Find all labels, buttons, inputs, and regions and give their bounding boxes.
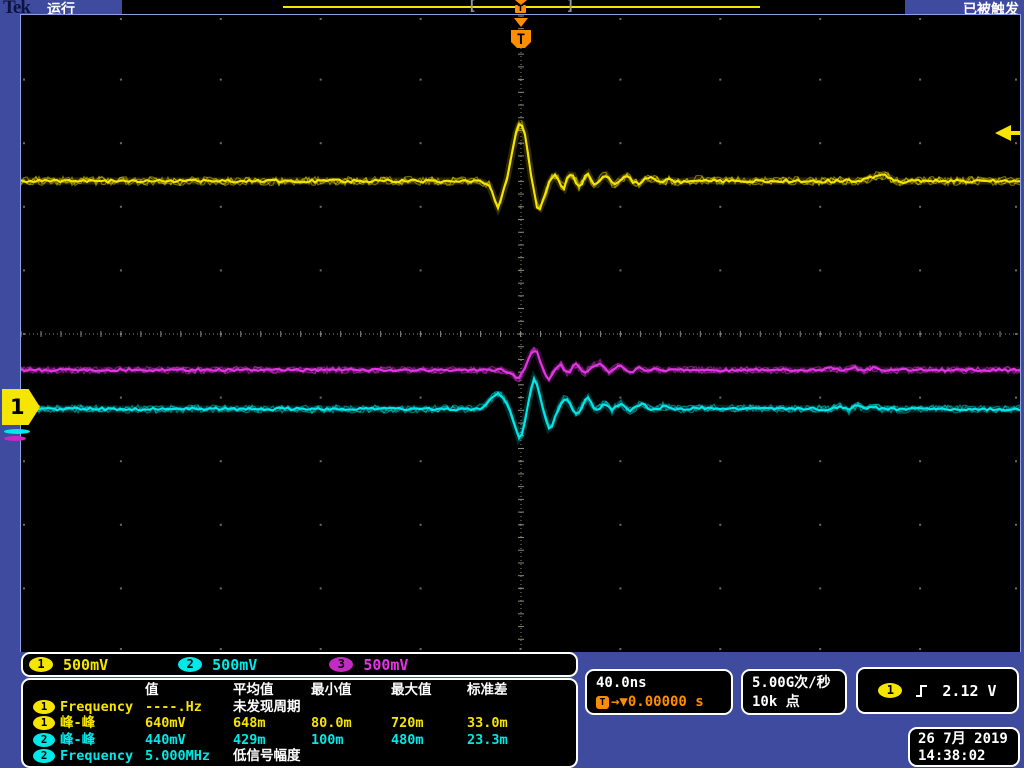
measurement-name: Frequency	[60, 748, 134, 764]
measurement-panel: 值 平均值 最小值 最大值 标准差 1 Frequency ----.Hz 未发…	[21, 678, 578, 768]
time-per-div: 40.0ns	[596, 675, 647, 691]
trigger-t-icon: T	[515, 5, 526, 13]
record-trigger-marker[interactable]: T	[514, 0, 527, 14]
channel1-scale[interactable]: 1 500mV	[29, 656, 108, 674]
measurement-stddev: 33.0m	[467, 715, 508, 731]
measurement-name: 峰-峰	[60, 715, 96, 731]
col-header-stddev: 标准差	[467, 682, 508, 698]
channel3-badge: 3	[329, 657, 354, 672]
measurement-max: 720m	[391, 715, 424, 731]
channel1-badge: 1	[33, 716, 55, 731]
measurement-min: 100m	[311, 731, 344, 748]
timebase-readout[interactable]: 40.0ns T →▼0.00000 s	[585, 669, 733, 715]
channel1-volts-per-div: 500mV	[63, 655, 109, 674]
measurement-note: 低信号幅度	[233, 748, 301, 764]
channel3-scale[interactable]: 3 500mV	[329, 656, 408, 674]
channel2-volts-per-div: 500mV	[212, 655, 258, 674]
measurement-mean: 648m	[233, 715, 266, 731]
channel-scale-bar[interactable]: 1 500mV 2 500mV 3 500mV	[21, 652, 578, 677]
channel2-badge: 2	[178, 657, 203, 672]
col-header-mean: 平均值	[233, 682, 274, 698]
channel1-badge: 1	[29, 657, 53, 672]
trigger-position-readout: T →▼0.00000 s	[596, 693, 731, 712]
channel3-position-marker[interactable]	[4, 436, 26, 441]
channel2-badge: 2	[33, 749, 55, 764]
measurement-max: 480m	[391, 731, 424, 748]
col-header-min: 最小值	[311, 682, 352, 698]
rising-edge-icon	[916, 684, 928, 697]
channel1-badge: 1	[33, 699, 55, 714]
channel2-badge: 2	[33, 732, 55, 747]
record-window-bracket-right: ]	[566, 0, 575, 14]
measurement-name: 峰-峰	[60, 731, 96, 748]
oscilloscope-screen: Tek 运行 [ ] T 已被触发 T 1 1 500mV 2 500mV 3	[0, 0, 1024, 768]
trigger-level-arrow[interactable]	[995, 125, 1011, 141]
trigger-position-value: →▼0.00000 s	[611, 694, 704, 710]
measurement-value: 640mV	[145, 715, 186, 731]
measurement-row-label: 2 峰-峰	[33, 732, 145, 749]
top-status-bar: Tek 运行 [ ] T 已被触发	[0, 0, 1024, 18]
measurement-stddev: 23.3m	[467, 731, 508, 748]
record-window-bracket-left: [	[468, 0, 477, 14]
measurement-row-label: 1 峰-峰	[33, 715, 145, 732]
channel2-position-marker[interactable]	[4, 429, 30, 434]
acquisition-readout[interactable]: 5.00G次/秒 10k 点	[741, 669, 847, 715]
measurement-name: Frequency	[60, 698, 134, 715]
sample-rate: 5.00G次/秒	[752, 675, 831, 691]
record-view-bar: [ ] T	[122, 0, 905, 14]
time-text: 14:38:02	[918, 748, 986, 764]
col-header-value: 值	[145, 682, 159, 698]
trigger-t-icon: T	[517, 32, 525, 48]
graticule-display: T	[20, 14, 1021, 652]
measurement-value: 440mV	[145, 731, 186, 748]
date-text: 26 7月 2019	[918, 731, 1008, 747]
trigger-position-arrow-icon[interactable]	[514, 18, 528, 27]
datetime-readout: 26 7月 2019 14:38:02	[908, 727, 1020, 767]
channel2-scale[interactable]: 2 500mV	[178, 656, 257, 674]
measurement-value: 5.000MHz	[145, 748, 211, 764]
measurement-min: 80.0m	[311, 715, 352, 731]
trigger-t-icon: T	[596, 696, 609, 709]
measurement-note: 未发现周期	[233, 698, 301, 715]
trigger-level-value: 2.12 V	[942, 681, 997, 700]
channel3-volts-per-div: 500mV	[363, 655, 409, 674]
col-header-max: 最大值	[391, 682, 432, 698]
trigger-readout[interactable]: 1 2.12 V	[856, 667, 1019, 714]
measurement-row-label: 2 Frequency	[33, 748, 145, 765]
measurement-row-label: 1 Frequency	[33, 699, 145, 716]
trigger-source-badge: 1	[878, 683, 903, 698]
record-length: 10k 点	[752, 694, 800, 710]
measurement-value: ----.Hz	[145, 698, 202, 715]
waveform-canvas: T	[21, 15, 1020, 652]
measurement-header-spacer	[33, 682, 145, 699]
measurement-mean: 429m	[233, 731, 266, 748]
